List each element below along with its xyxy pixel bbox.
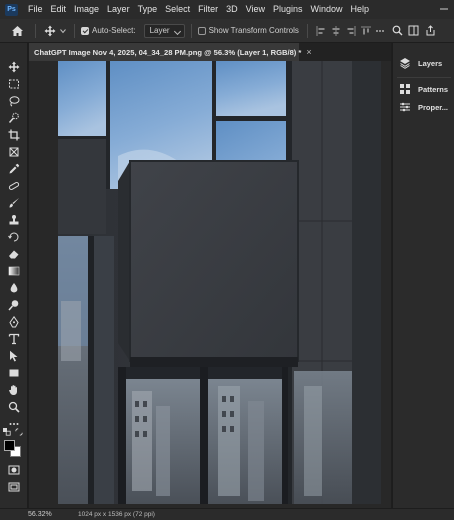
app-logo[interactable]: Ps (5, 3, 18, 16)
show-transform-checkbox[interactable] (197, 26, 206, 35)
align-right-icon[interactable] (344, 25, 359, 36)
divider (397, 77, 451, 78)
quick-mask-icon[interactable] (6, 463, 22, 477)
layers-panel-label: Layers (418, 58, 443, 68)
default-colors-icon[interactable] (2, 427, 12, 437)
menu-edit[interactable]: Edit (47, 0, 71, 19)
menu-type[interactable]: Type (134, 0, 162, 19)
close-icon[interactable]: × (306, 47, 311, 57)
properties-icon (399, 101, 411, 113)
spot-heal-icon[interactable] (6, 179, 22, 193)
history-brush-icon[interactable] (6, 230, 22, 244)
document-canvas[interactable] (58, 61, 381, 504)
blur-icon[interactable] (6, 281, 22, 295)
layers-icon (399, 57, 411, 69)
marquee-icon[interactable] (6, 77, 22, 91)
rectangle-icon[interactable] (6, 366, 22, 380)
hand-icon[interactable] (6, 383, 22, 397)
crop-icon[interactable] (6, 128, 22, 142)
canvas-area[interactable] (29, 61, 391, 508)
auto-select-label: Auto-Select: (92, 26, 136, 35)
menu-filter[interactable]: Filter (194, 0, 222, 19)
workspace-icon[interactable] (406, 25, 422, 36)
minimize-icon[interactable] (438, 3, 450, 15)
separator (190, 23, 192, 38)
type-icon[interactable] (6, 332, 22, 346)
move-icon[interactable] (6, 60, 22, 74)
swap-colors-icon[interactable] (14, 427, 24, 437)
separator (306, 23, 308, 38)
auto-select-checkbox[interactable] (81, 26, 89, 35)
menu-plugins[interactable]: Plugins (269, 0, 307, 19)
move-tool-preset-icon[interactable] (42, 25, 58, 37)
menu-window[interactable]: Window (307, 0, 347, 19)
stamp-icon[interactable] (6, 213, 22, 227)
document-tab-title: ChatGPT Image Nov 4, 2025, 04_34_28 PM.p… (34, 47, 302, 57)
pen-icon[interactable] (6, 315, 22, 329)
foreground-color-swatch[interactable] (4, 440, 15, 451)
separator (74, 23, 75, 38)
zoom-level-field[interactable]: 56.32% (28, 511, 64, 518)
document-info[interactable]: 1024 px x 1536 px (72 ppi) (78, 511, 155, 518)
brush-icon[interactable] (6, 196, 22, 210)
building-photo (58, 61, 381, 504)
properties-panel-label: Proper... (418, 102, 449, 112)
quick-select-icon[interactable] (6, 111, 22, 125)
gradient-icon[interactable] (6, 264, 22, 278)
menu-select[interactable]: Select (161, 0, 194, 19)
eraser-icon[interactable] (6, 247, 22, 261)
show-transform-label: Show Transform Controls (208, 26, 299, 35)
align-left-icon[interactable] (314, 25, 329, 36)
properties-panel-button[interactable]: Proper... (399, 99, 448, 115)
menu-3d[interactable]: 3D (222, 0, 242, 19)
options-bar: Auto-Select: Layer Show Transform Contro… (0, 19, 454, 43)
align-more-icon[interactable] (374, 29, 386, 33)
patterns-icon (399, 83, 411, 95)
menu-image[interactable]: Image (70, 0, 103, 19)
document-tab-strip: ChatGPT Image Nov 4, 2025, 04_34_28 PM.p… (29, 43, 391, 61)
frame-icon[interactable] (6, 145, 22, 159)
search-icon[interactable] (390, 25, 406, 36)
panel-dock: Layers Patterns Proper... (392, 43, 454, 508)
path-select-icon[interactable] (6, 349, 22, 363)
menu-file[interactable]: File (24, 0, 47, 19)
patterns-panel-label: Patterns (418, 84, 449, 94)
screen-mode-icon[interactable] (6, 480, 22, 494)
document-tab[interactable]: ChatGPT Image Nov 4, 2025, 04_34_28 PM.p… (29, 43, 312, 61)
align-center-icon[interactable] (329, 25, 344, 36)
eyedropper-icon[interactable] (6, 162, 22, 176)
chevron-down-icon[interactable] (58, 28, 68, 34)
zoom-icon[interactable] (6, 400, 22, 414)
tools-panel (0, 43, 28, 508)
separator (35, 23, 36, 38)
layers-panel-button[interactable]: Layers (399, 55, 442, 71)
status-bar: 56.32% 1024 px x 1536 px (72 ppi) (0, 508, 454, 520)
menu-bar: Ps File Edit Image Layer Type Select Fil… (0, 0, 454, 19)
dodge-icon[interactable] (6, 298, 22, 312)
home-icon[interactable] (5, 25, 29, 37)
menu-layer[interactable]: Layer (103, 0, 134, 19)
menu-help[interactable]: Help (347, 0, 374, 19)
menu-view[interactable]: View (242, 0, 269, 19)
patterns-panel-button[interactable]: Patterns (399, 81, 448, 97)
align-top-icon[interactable] (359, 26, 374, 36)
auto-select-target-dropdown[interactable]: Layer (143, 23, 185, 38)
lasso-icon[interactable] (6, 94, 22, 108)
share-icon[interactable] (422, 25, 440, 36)
